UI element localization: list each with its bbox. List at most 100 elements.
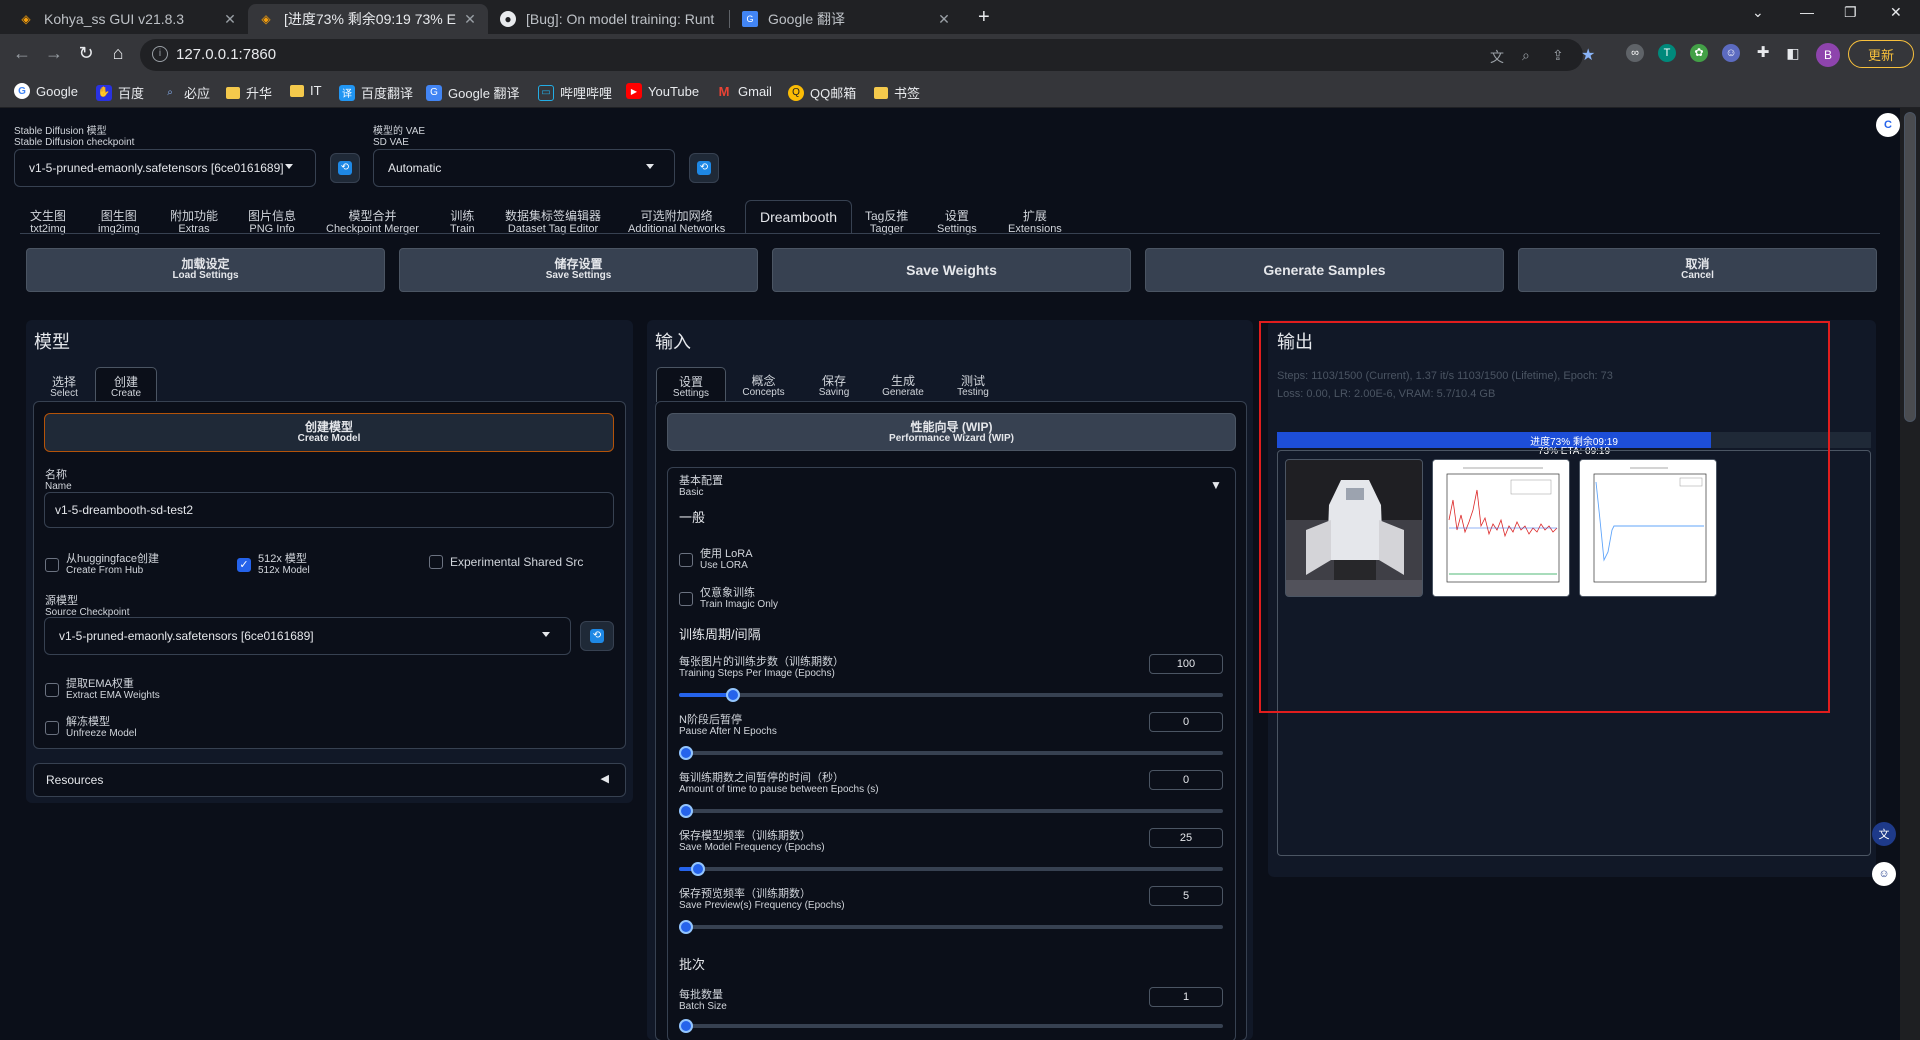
extension-leaf-icon[interactable]: ✿ [1690, 44, 1708, 62]
tab-additional-networks[interactable]: 可选附加网络 Additional Networks [628, 210, 725, 236]
tab-input-settings[interactable]: 设置 Settings [656, 367, 726, 402]
tab-input-concepts[interactable]: 概念 Concepts [731, 375, 796, 398]
tab-txt2img[interactable]: 文生图 txt2img [30, 210, 66, 236]
save-model-frequency-input[interactable]: 25 [1149, 828, 1223, 848]
bookmark-folder-it[interactable]: IT [290, 83, 322, 98]
model-name-input[interactable]: v1-5-dreambooth-sd-test2 [44, 492, 614, 528]
extension-t-icon[interactable]: T [1658, 44, 1676, 62]
scrollbar-thumb[interactable] [1904, 112, 1916, 422]
bookmark-folder-bookmarks[interactable]: 书签 [874, 83, 920, 102]
browser-tab-translate[interactable]: G Google 翻译 ✕ [732, 4, 962, 34]
update-button[interactable]: 更新 [1848, 40, 1914, 68]
refresh-checkpoint-button[interactable]: ⟲ [330, 153, 360, 183]
use-lora-checkbox[interactable] [679, 553, 693, 567]
pause-time-input[interactable]: 0 [1149, 770, 1223, 790]
pause-after-epochs-input[interactable]: 0 [1149, 712, 1223, 732]
tab-settings[interactable]: 设置 Settings [937, 210, 977, 236]
bookmark-google[interactable]: G Google [14, 83, 78, 99]
browser-tab-github[interactable]: ● [Bug]: On model training: Runt [490, 4, 730, 34]
bookmark-folder-shenghua[interactable]: 升华 [226, 83, 272, 102]
batch-size-slider[interactable] [679, 1019, 1223, 1033]
bookmark-star-icon[interactable]: ★ [1581, 45, 1595, 65]
create-model-button[interactable]: 创建模型 Create Model [44, 413, 614, 452]
slider-knob[interactable] [679, 920, 693, 934]
reload-icon[interactable]: ↻ [74, 43, 98, 64]
refresh-source-button[interactable]: ⟲ [580, 621, 614, 651]
close-window-icon[interactable]: ✕ [1890, 4, 1902, 21]
bookmark-bing[interactable]: ⌕ 必应 [162, 83, 210, 102]
extension-glasses-icon[interactable]: ∞ [1626, 44, 1644, 62]
tab-extras[interactable]: 附加功能 Extras [170, 210, 218, 236]
chat-bot-float-icon[interactable]: ☺ [1872, 862, 1896, 886]
tab-input-testing[interactable]: 测试 Testing [942, 375, 1004, 398]
performance-wizard-button[interactable]: 性能向导 (WIP) Performance Wizard (WIP) [667, 413, 1236, 451]
bookmark-baidu-translate[interactable]: 译百度翻译 [339, 83, 413, 102]
forward-icon[interactable]: → [42, 43, 66, 64]
restore-icon[interactable]: ❐ [1844, 4, 1857, 21]
minimize-icon[interactable]: — [1800, 4, 1814, 20]
collapse-down-icon[interactable]: ▼ [1210, 478, 1222, 492]
batch-size-input[interactable]: 1 [1149, 987, 1223, 1007]
site-info-icon[interactable]: i [152, 46, 168, 62]
save-weights-button[interactable]: Save Weights [772, 248, 1131, 292]
save-preview-frequency-slider[interactable] [679, 920, 1223, 934]
generate-samples-button[interactable]: Generate Samples [1145, 248, 1504, 292]
extensions-puzzle-icon[interactable]: ✚ [1754, 44, 1772, 62]
512x-model-checkbox[interactable]: ✓ [237, 558, 251, 572]
tab-extensions[interactable]: 扩展 Extensions [1008, 210, 1062, 236]
tab-search-chevron-icon[interactable]: ⌄ [1752, 4, 1764, 21]
pause-after-epochs-slider[interactable] [679, 746, 1223, 760]
train-imagic-checkbox[interactable] [679, 592, 693, 606]
unfreeze-model-checkbox[interactable] [45, 721, 59, 735]
checkpoint-select[interactable]: v1-5-pruned-emaonly.safetensors [6ce0161… [14, 149, 316, 187]
url-text[interactable]: 127.0.0.1:7860 [176, 46, 276, 63]
bookmark-qqmail[interactable]: Q QQ邮箱 [788, 83, 856, 102]
bookmark-baidu[interactable]: ✋ 百度 [96, 83, 144, 102]
basic-config-header[interactable]: 基本配置 Basic [679, 475, 723, 498]
shared-src-checkbox[interactable] [429, 555, 443, 569]
side-panel-icon[interactable]: ◧ [1784, 44, 1802, 62]
tab-img2img[interactable]: 图生图 img2img [98, 210, 140, 236]
translate-float-icon[interactable]: 文 [1872, 822, 1896, 846]
translate-page-icon[interactable]: 文 [1490, 47, 1504, 67]
save-preview-frequency-input[interactable]: 5 [1149, 886, 1223, 906]
resources-accordion[interactable]: Resources ◀ [33, 763, 626, 797]
profile-avatar[interactable]: B [1816, 43, 1840, 67]
extract-ema-checkbox[interactable] [45, 683, 59, 697]
slider-knob[interactable] [679, 1019, 693, 1033]
tab-checkpoint-merger[interactable]: 模型合并 Checkpoint Merger [326, 210, 419, 236]
extension-bot-icon[interactable]: ☺ [1722, 44, 1740, 62]
slider-knob[interactable] [679, 746, 693, 760]
tab-input-generate[interactable]: 生成 Generate [872, 375, 934, 398]
browser-tab-webui[interactable]: ◈ [进度73% 剩余09:19 73% ETA: 0 ✕ [248, 4, 488, 34]
tab-png-info[interactable]: 图片信息 PNG Info [248, 210, 296, 236]
training-steps-slider[interactable] [679, 688, 1223, 702]
save-model-frequency-slider[interactable] [679, 862, 1223, 876]
bookmark-youtube[interactable]: ▶ YouTube [626, 83, 699, 99]
close-tab-icon[interactable]: ✕ [936, 11, 952, 28]
browser-tab-kohya[interactable]: ◈ Kohya_ss GUI v21.8.3 ✕ [8, 4, 248, 34]
home-icon[interactable]: ⌂ [106, 43, 130, 64]
pause-time-slider[interactable] [679, 804, 1223, 818]
training-steps-input[interactable]: 100 [1149, 654, 1223, 674]
omnibox[interactable]: i 127.0.0.1:7860 文 ⌕ ⇪ ★ [140, 39, 1595, 71]
bookmark-google-translate[interactable]: G Google 翻译 [426, 83, 520, 102]
floating-assistant-icon[interactable]: C [1876, 113, 1900, 137]
load-settings-button[interactable]: 加载设定 Load Settings [26, 248, 385, 292]
save-settings-button[interactable]: 储存设置 Save Settings [399, 248, 758, 292]
tab-input-saving[interactable]: 保存 Saving [804, 375, 864, 398]
new-tab-icon[interactable]: + [978, 6, 990, 29]
tab-tagger[interactable]: Tag反推 Tagger [865, 210, 908, 236]
refresh-vae-button[interactable]: ⟲ [689, 153, 719, 183]
vae-select[interactable]: Automatic [373, 149, 675, 187]
share-icon[interactable]: ⇪ [1552, 47, 1564, 64]
slider-knob[interactable] [679, 804, 693, 818]
bookmark-gmail[interactable]: M Gmail [716, 83, 772, 99]
tab-model-select[interactable]: 选择 Select [38, 372, 90, 402]
close-tab-icon[interactable]: ✕ [462, 11, 478, 28]
zoom-icon[interactable]: ⌕ [1522, 47, 1530, 64]
tab-model-create[interactable]: 创建 Create [95, 367, 157, 402]
slider-knob[interactable] [691, 862, 706, 876]
page-scrollbar[interactable] [1900, 108, 1920, 1040]
tab-dataset-tag-editor[interactable]: 数据集标签编辑器 Dataset Tag Editor [505, 210, 601, 236]
